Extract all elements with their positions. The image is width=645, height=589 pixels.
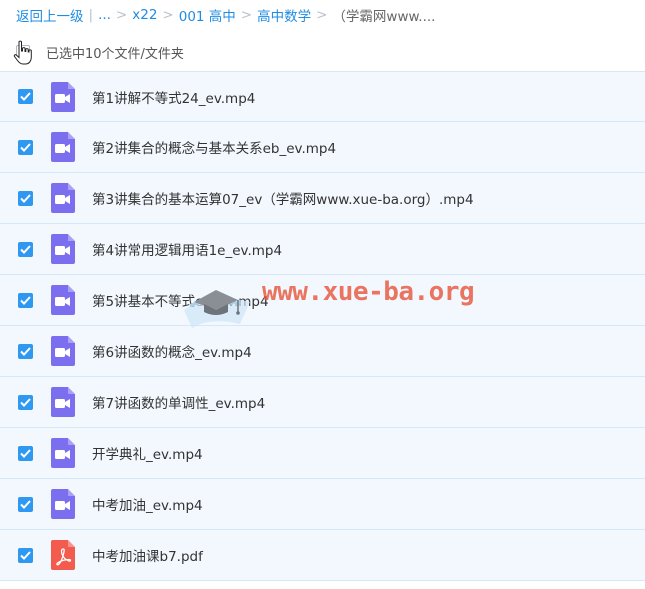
video-file-icon bbox=[51, 336, 75, 366]
row-checkbox-checked[interactable] bbox=[18, 139, 33, 155]
check-icon bbox=[20, 550, 31, 560]
breadcrumb-separator: > bbox=[162, 7, 174, 23]
file-name[interactable]: 第5讲基本不等式e9_ev.mp4 bbox=[92, 290, 269, 310]
breadcrumb-current: （学霸网www.... bbox=[332, 9, 436, 25]
video-file-icon bbox=[51, 489, 75, 519]
check-icon bbox=[20, 499, 31, 509]
breadcrumb-separator: | bbox=[88, 7, 94, 23]
file-name[interactable]: 中考加油课b7.pdf bbox=[92, 545, 203, 565]
video-file-icon bbox=[51, 81, 75, 112]
video-file-icon bbox=[51, 183, 75, 213]
file-list: 第1讲解不等式24_ev.mp4 第2讲集合的概念与基本关系eb_ev.mp4 第3… bbox=[0, 71, 645, 581]
file-row[interactable]: 第2讲集合的概念与基本关系eb_ev.mp4 bbox=[0, 122, 645, 173]
breadcrumb-item-highschool[interactable]: 001 高中 bbox=[179, 5, 236, 25]
file-row[interactable]: 第5讲基本不等式e9_ev.mp4 bbox=[0, 275, 645, 326]
file-row[interactable]: 第3讲集合的基本运算07_ev（学霸网www.xue-ba.org）.mp4 bbox=[0, 173, 645, 224]
check-icon bbox=[20, 92, 31, 101]
file-row[interactable]: 中考加油_ev.mp4 bbox=[0, 479, 645, 530]
file-name[interactable]: 开学典礼_ev.mp4 bbox=[92, 443, 203, 463]
row-checkbox-checked[interactable] bbox=[18, 343, 33, 359]
file-name[interactable]: 第1讲解不等式24_ev.mp4 bbox=[92, 87, 255, 107]
hand-cursor-icon bbox=[13, 40, 32, 65]
breadcrumb-separator: > bbox=[115, 7, 128, 23]
check-icon bbox=[20, 142, 31, 152]
pdf-file-icon bbox=[51, 540, 75, 570]
breadcrumb: 返回上一级 | ... > x22 > 001 高中 > 高中数学 > （学霸网… bbox=[0, 0, 645, 30]
row-checkbox-checked[interactable] bbox=[18, 547, 33, 563]
file-name[interactable]: 第4讲常用逻辑用语1e_ev.mp4 bbox=[92, 239, 282, 259]
breadcrumb-separator: > bbox=[316, 7, 328, 23]
row-checkbox-checked[interactable] bbox=[18, 241, 33, 257]
file-name[interactable]: 第2讲集合的概念与基本关系eb_ev.mp4 bbox=[92, 137, 336, 157]
file-name[interactable]: 第6讲函数的概念_ev.mp4 bbox=[92, 341, 252, 361]
row-checkbox-checked[interactable] bbox=[18, 292, 33, 308]
row-checkbox-checked[interactable] bbox=[18, 445, 33, 461]
check-icon bbox=[20, 295, 31, 305]
check-icon bbox=[20, 346, 31, 356]
breadcrumb-ellipsis[interactable]: ... bbox=[98, 7, 111, 23]
file-name[interactable]: 第7讲函数的单调性_ev.mp4 bbox=[92, 392, 265, 412]
file-row[interactable]: 中考加油课b7.pdf bbox=[0, 530, 645, 581]
video-file-icon bbox=[51, 234, 75, 264]
selection-bar: 已选中10个文件/文件夹 bbox=[0, 34, 645, 70]
file-row[interactable]: 第6讲函数的概念_ev.mp4 bbox=[0, 326, 645, 377]
row-checkbox-checked[interactable] bbox=[18, 89, 33, 104]
file-name[interactable]: 中考加油_ev.mp4 bbox=[92, 494, 203, 514]
video-file-icon bbox=[51, 285, 75, 315]
video-file-icon bbox=[51, 387, 75, 417]
row-checkbox-checked[interactable] bbox=[18, 394, 33, 410]
check-icon bbox=[20, 448, 31, 458]
check-icon bbox=[20, 193, 31, 203]
video-file-icon bbox=[51, 132, 75, 162]
check-icon bbox=[20, 244, 31, 254]
file-row[interactable]: 开学典礼_ev.mp4 bbox=[0, 428, 645, 479]
breadcrumb-item-math[interactable]: 高中数学 bbox=[257, 5, 311, 25]
breadcrumb-item-x22[interactable]: x22 bbox=[132, 7, 157, 23]
back-link[interactable]: 返回上一级 bbox=[16, 5, 84, 25]
file-name[interactable]: 第3讲集合的基本运算07_ev（学霸网www.xue-ba.org）.mp4 bbox=[92, 188, 474, 208]
file-row[interactable]: 第1讲解不等式24_ev.mp4 bbox=[0, 71, 645, 122]
row-checkbox-checked[interactable] bbox=[18, 190, 33, 206]
file-row[interactable]: 第7讲函数的单调性_ev.mp4 bbox=[0, 377, 645, 428]
file-row[interactable]: 第4讲常用逻辑用语1e_ev.mp4 bbox=[0, 224, 645, 275]
row-checkbox-checked[interactable] bbox=[18, 496, 33, 512]
selection-count-text: 已选中10个文件/文件夹 bbox=[46, 46, 184, 62]
breadcrumb-separator: > bbox=[240, 7, 253, 23]
video-file-icon bbox=[51, 438, 75, 468]
check-icon bbox=[20, 397, 31, 407]
